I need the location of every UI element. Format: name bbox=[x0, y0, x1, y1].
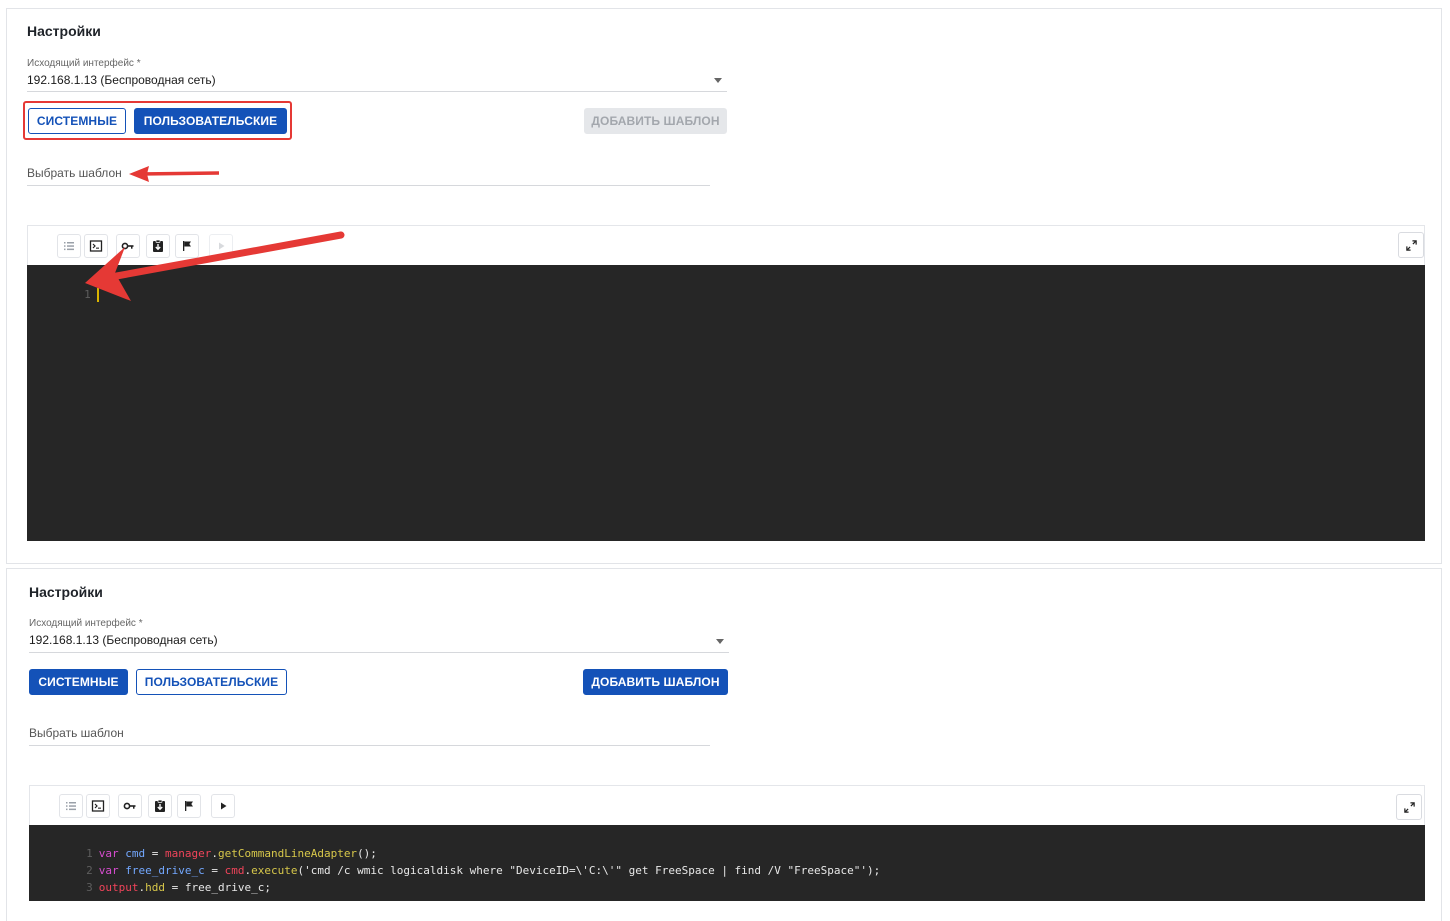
interface-label: Исходящий интерфейс * bbox=[27, 58, 141, 69]
chevron-down-icon[interactable] bbox=[716, 639, 724, 644]
code-editor[interactable]: 1 bbox=[27, 265, 1425, 541]
panel-title: Настройки bbox=[27, 23, 101, 39]
add-template-button[interactable]: ДОБАВИТЬ ШАБЛОН bbox=[583, 669, 728, 695]
template-select-underline bbox=[29, 745, 710, 746]
flag-icon[interactable] bbox=[177, 794, 201, 818]
interface-label: Исходящий интерфейс * bbox=[29, 618, 143, 629]
interface-select-value[interactable]: 192.168.1.13 (Беспроводная сеть) bbox=[27, 73, 216, 87]
expand-icon[interactable] bbox=[1398, 232, 1424, 258]
terminal-icon[interactable] bbox=[86, 794, 110, 818]
editor-toolbar bbox=[29, 785, 1425, 825]
interface-select-underline bbox=[29, 652, 729, 653]
clipboard-download-icon[interactable] bbox=[148, 794, 172, 818]
play-icon[interactable] bbox=[209, 234, 233, 258]
custom-templates-button[interactable]: ПОЛЬЗОВАТЕЛЬСКИЕ bbox=[134, 108, 287, 134]
code-editor[interactable]: 1 var cmd = manager.getCommandLineAdapter… bbox=[29, 825, 1425, 901]
editor-toolbar bbox=[27, 225, 1425, 265]
terminal-icon[interactable] bbox=[84, 234, 108, 258]
code-line: 1 bbox=[27, 269, 99, 302]
interface-select-value[interactable]: 192.168.1.13 (Беспроводная сеть) bbox=[29, 633, 218, 647]
annotation-arrow-line bbox=[138, 171, 220, 176]
settings-panel-top: Настройки Исходящий интерфейс * 192.168.… bbox=[6, 8, 1442, 564]
chevron-down-icon[interactable] bbox=[714, 78, 722, 83]
interface-select-underline bbox=[27, 91, 727, 92]
list-icon[interactable] bbox=[57, 234, 81, 258]
flag-icon[interactable] bbox=[175, 234, 199, 258]
play-icon[interactable] bbox=[211, 794, 235, 818]
add-template-button[interactable]: ДОБАВИТЬ ШАБЛОН bbox=[584, 108, 727, 134]
system-templates-button[interactable]: СИСТЕМНЫЕ bbox=[29, 669, 128, 695]
list-icon[interactable] bbox=[59, 794, 83, 818]
choose-template-select[interactable]: Выбрать шаблон bbox=[27, 166, 122, 180]
choose-template-select[interactable]: Выбрать шаблон bbox=[29, 726, 124, 740]
code-line: 3 output.hdd = free_drive_c; bbox=[86, 881, 271, 894]
code-line: 1 var cmd = manager.getCommandLineAdapter… bbox=[86, 847, 377, 860]
annotation-arrow-head bbox=[129, 166, 149, 182]
template-select-underline bbox=[27, 185, 710, 186]
system-templates-button[interactable]: СИСТЕМНЫЕ bbox=[28, 108, 126, 134]
code-line: 2 var free_drive_c = cmd.execute('cmd /c … bbox=[86, 864, 881, 877]
custom-templates-button[interactable]: ПОЛЬЗОВАТЕЛЬСКИЕ bbox=[136, 669, 287, 695]
key-icon[interactable] bbox=[118, 794, 142, 818]
clipboard-download-icon[interactable] bbox=[146, 234, 170, 258]
panel-title: Настройки bbox=[29, 584, 103, 600]
key-icon[interactable] bbox=[116, 234, 140, 258]
settings-panel-bottom: Настройки Исходящий интерфейс * 192.168.… bbox=[6, 568, 1442, 921]
expand-icon[interactable] bbox=[1396, 794, 1422, 820]
text-cursor bbox=[96, 288, 99, 302]
